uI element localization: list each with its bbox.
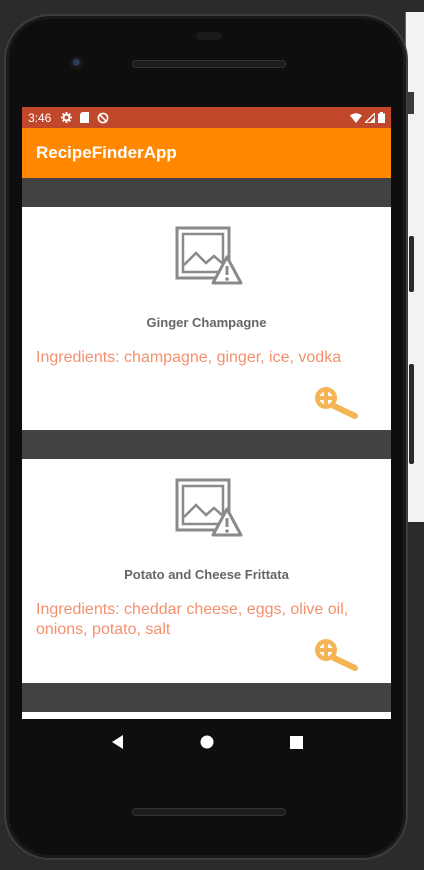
recipe-ingredients: Ingredients: champagne, ginger, ice, vod… xyxy=(36,349,342,366)
broken-image-icon xyxy=(175,226,243,285)
status-bar: 3:46 xyxy=(22,107,391,128)
recipe-card[interactable]: Potato and Cheese Frittata Ingredients: … xyxy=(22,459,391,683)
recipe-title: Ginger Champagne xyxy=(146,315,267,330)
data-saver-icon xyxy=(97,112,109,123)
signal-icon xyxy=(365,112,375,123)
recipe-ingredients: Ingredients: cheddar cheese, eggs, olive… xyxy=(36,601,349,638)
recipe-title: Potato and Cheese Frittata xyxy=(124,567,289,582)
battery-icon xyxy=(378,112,385,123)
bottom-speaker xyxy=(132,808,286,816)
search-icon[interactable] xyxy=(311,385,363,419)
app-screen: 3:46 RecipeFinderApp Ginger Champagne In… xyxy=(22,107,391,719)
top-notch xyxy=(196,32,222,40)
app-bar: RecipeFinderApp xyxy=(22,128,391,178)
navigation-bar xyxy=(22,719,391,765)
gear-icon xyxy=(61,112,73,123)
wifi-icon xyxy=(350,112,362,123)
recents-icon[interactable] xyxy=(290,735,303,749)
power-button[interactable] xyxy=(409,364,414,464)
volume-button[interactable] xyxy=(409,236,414,292)
recipe-list[interactable]: Ginger Champagne Ingredients: champagne,… xyxy=(22,207,391,719)
app-title: RecipeFinderApp xyxy=(36,143,177,162)
front-camera-icon xyxy=(70,56,84,70)
earpiece-speaker xyxy=(132,60,286,68)
broken-image-icon xyxy=(175,478,243,537)
sd-card-icon xyxy=(80,112,90,123)
recipe-card-partial[interactable] xyxy=(22,712,391,719)
back-icon[interactable] xyxy=(110,734,124,750)
recipe-card[interactable]: Ginger Champagne Ingredients: champagne,… xyxy=(22,207,391,430)
status-time: 3:46 xyxy=(28,110,52,125)
search-icon[interactable] xyxy=(311,637,363,671)
home-icon[interactable] xyxy=(200,735,214,749)
